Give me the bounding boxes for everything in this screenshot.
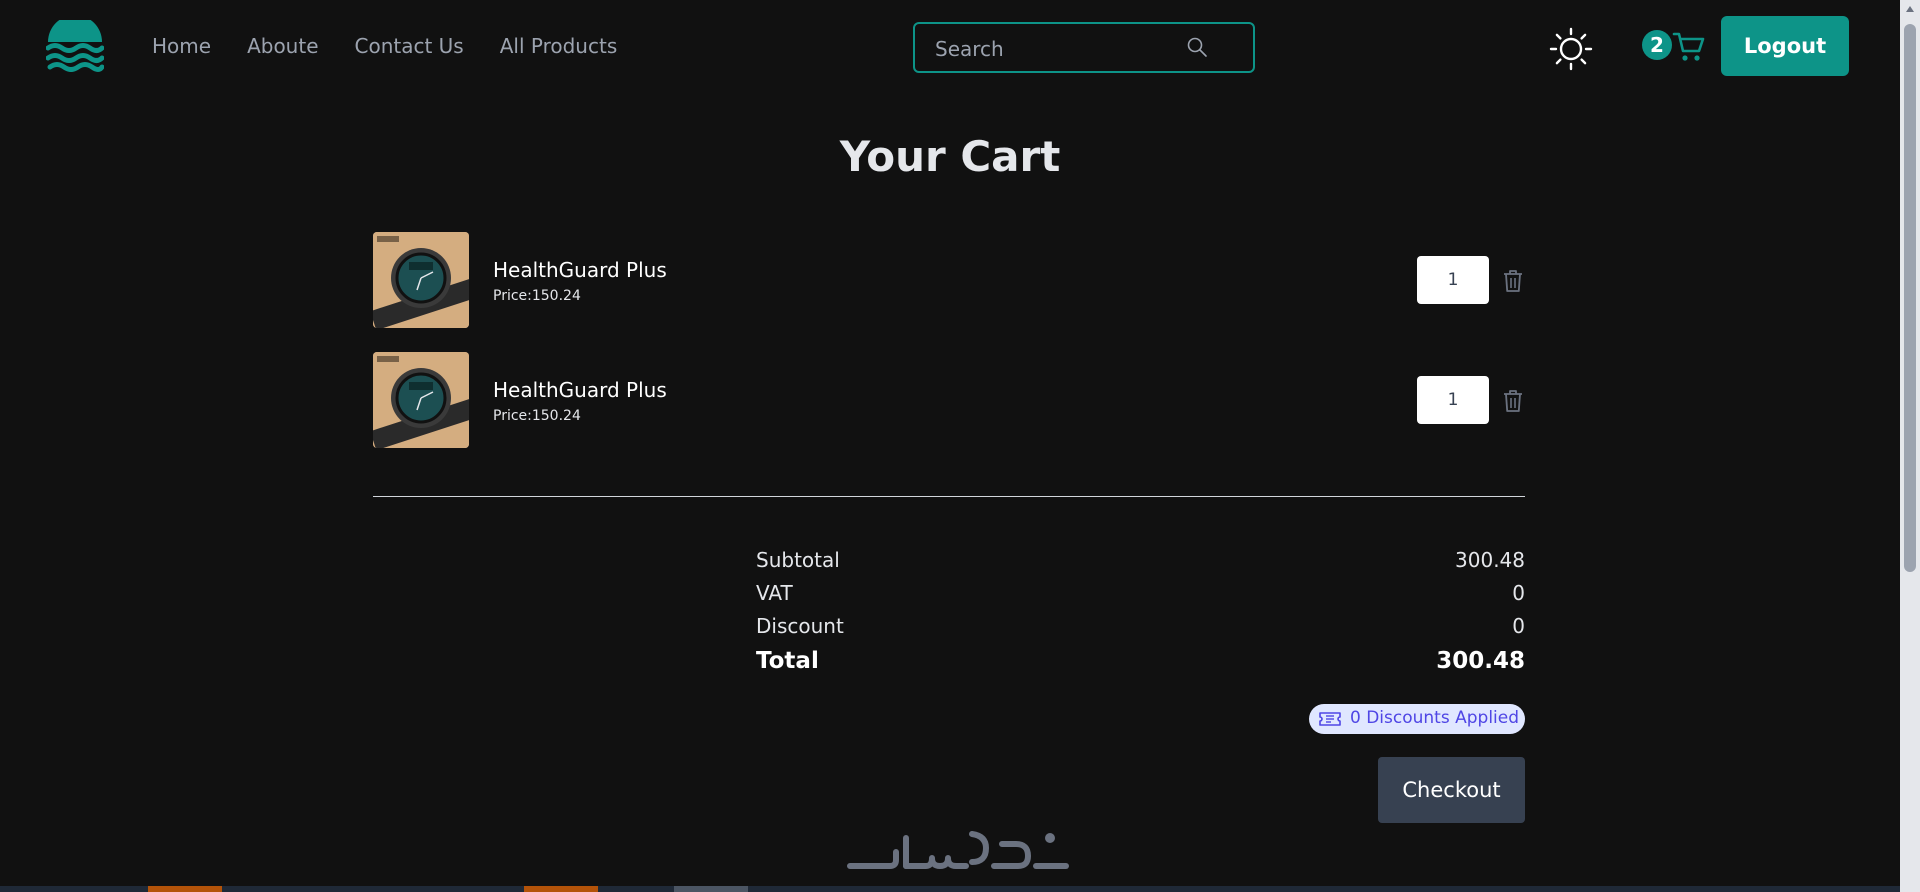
subtotal-row: Subtotal 300.48 <box>756 548 1525 578</box>
search-icon[interactable] <box>1185 35 1209 59</box>
cart-item: HealthGuard Plus Price:150.24 <box>373 232 1525 328</box>
cart-divider <box>373 496 1525 497</box>
cart-button[interactable]: 2 <box>1642 28 1708 68</box>
site-header: Home Aboute Contact Us All Products 2 <box>0 0 1900 96</box>
trash-icon[interactable] <box>1501 388 1525 414</box>
search-box <box>913 22 1255 73</box>
quantity-input[interactable] <box>1417 256 1489 304</box>
product-price: Price:150.24 <box>493 408 581 424</box>
page-scrollbar[interactable] <box>1900 0 1920 892</box>
search-input[interactable] <box>935 36 1175 62</box>
khamsat-watermark-logo <box>847 831 1069 869</box>
waves-logo-icon[interactable] <box>46 20 104 72</box>
discounts-applied-badge[interactable]: 0 Discounts Applied <box>1309 704 1525 734</box>
total-label: Total <box>756 648 819 674</box>
total-row: Total 300.48 <box>756 648 1525 678</box>
scroll-up-icon[interactable] <box>1906 6 1914 12</box>
logout-button[interactable]: Logout <box>1721 16 1849 76</box>
vat-label: VAT <box>756 581 793 605</box>
main-nav: Home Aboute Contact Us All Products <box>152 34 653 58</box>
product-price: Price:150.24 <box>493 288 581 304</box>
nav-contact[interactable]: Contact Us <box>355 34 464 58</box>
scrollbar-thumb[interactable] <box>1904 24 1916 572</box>
discount-value: 0 <box>1512 614 1525 638</box>
product-name: HealthGuard Plus <box>493 378 667 402</box>
cart-icon[interactable] <box>1672 30 1706 64</box>
product-image[interactable] <box>373 352 469 448</box>
vat-row: VAT 0 <box>756 581 1525 611</box>
nav-home[interactable]: Home <box>152 34 211 58</box>
nav-all-products[interactable]: All Products <box>500 34 618 58</box>
checkout-button[interactable]: Checkout <box>1378 757 1525 823</box>
total-value: 300.48 <box>1436 648 1525 674</box>
bottom-taskbar-strip <box>0 886 1900 892</box>
vat-value: 0 <box>1512 581 1525 605</box>
subtotal-value: 300.48 <box>1455 548 1525 572</box>
subtotal-label: Subtotal <box>756 548 840 572</box>
sun-icon[interactable] <box>1549 27 1593 71</box>
discounts-applied-text: 0 Discounts Applied <box>1350 708 1520 728</box>
quantity-input[interactable] <box>1417 376 1489 424</box>
discount-row: Discount 0 <box>756 614 1525 644</box>
cart-count-badge: 2 <box>1642 30 1672 60</box>
cart-item: HealthGuard Plus Price:150.24 <box>373 352 1525 448</box>
trash-icon[interactable] <box>1501 268 1525 294</box>
discount-label: Discount <box>756 614 844 638</box>
nav-about[interactable]: Aboute <box>247 34 318 58</box>
product-image[interactable] <box>373 232 469 328</box>
product-name: HealthGuard Plus <box>493 258 667 282</box>
ticket-icon <box>1319 712 1341 726</box>
page-title: Your Cart <box>839 132 1061 181</box>
